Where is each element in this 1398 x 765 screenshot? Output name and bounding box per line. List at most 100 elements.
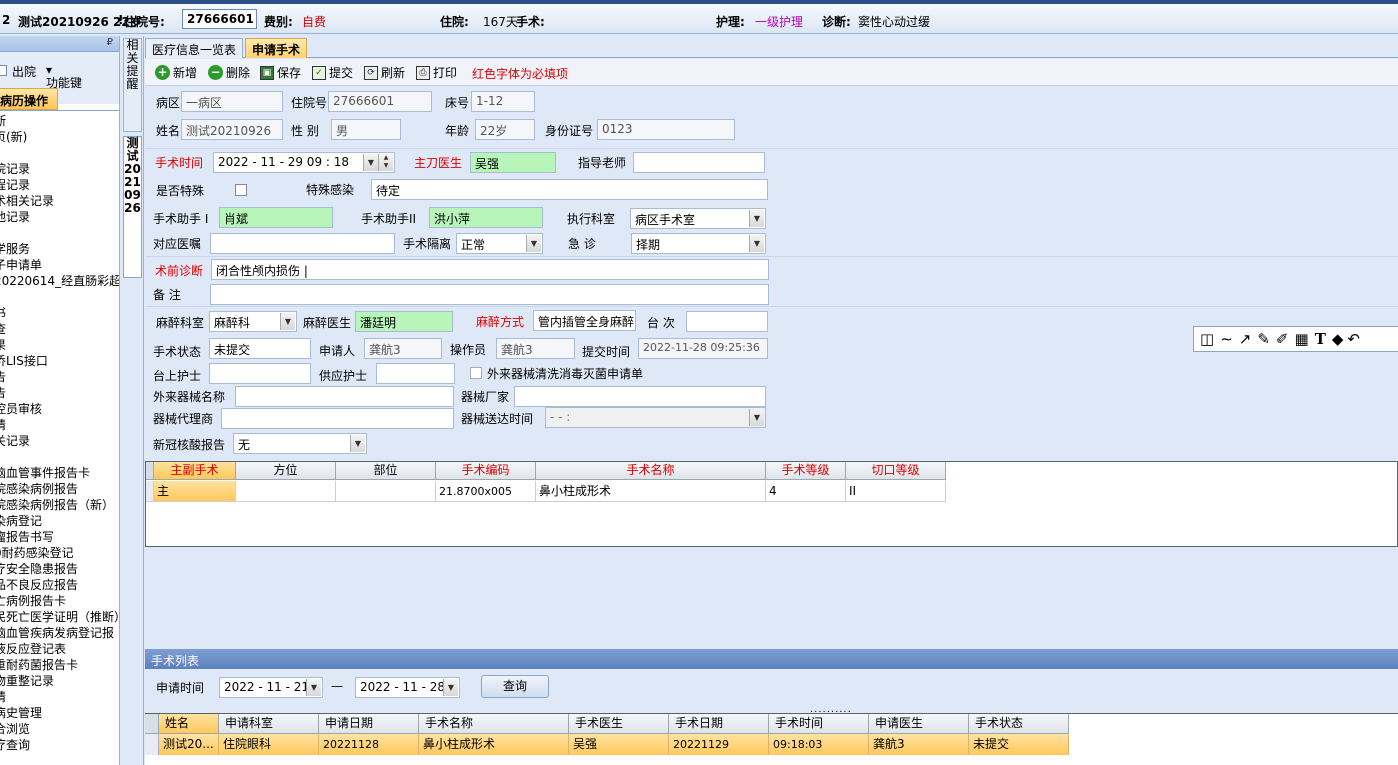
- chevron-down-icon[interactable]: ▼: [363, 154, 378, 171]
- col-header[interactable]: 方位: [236, 462, 336, 480]
- chevron-down-icon[interactable]: ▼: [280, 313, 295, 330]
- table-no-field[interactable]: [686, 311, 768, 332]
- external-instrument-checkbox[interactable]: [470, 367, 482, 379]
- optime-field[interactable]: 2022 - 11 - 29 09 : 18 ▼ ▲ ▼: [213, 152, 395, 173]
- list-cell[interactable]: 龚航3: [869, 734, 969, 755]
- list-cell[interactable]: 吴强: [569, 734, 669, 755]
- record-tree-item[interactable]: 瘤报告书写: [0, 529, 119, 545]
- covid-select[interactable]: 无 ▼: [233, 433, 367, 454]
- ward-field[interactable]: 一病区: [181, 91, 283, 112]
- record-tree-item[interactable]: 关记录: [0, 433, 119, 449]
- ext-name-field[interactable]: [235, 386, 454, 407]
- grid-cell[interactable]: 鼻小柱成形术: [536, 481, 766, 502]
- chevron-down-icon[interactable]: ▼: [443, 679, 458, 696]
- col-header[interactable]: 申请日期: [319, 714, 419, 734]
- refresh-button[interactable]: ⟳ 刷新: [364, 64, 405, 81]
- discharge-checkbox[interactable]: [0, 65, 7, 76]
- remark-field[interactable]: [210, 284, 769, 305]
- chevron-down-icon[interactable]: ▼: [526, 235, 541, 252]
- medical-record-tab[interactable]: 病历操作: [0, 88, 58, 110]
- record-tree-item[interactable]: 物重整记录: [0, 673, 119, 689]
- spinner-icon[interactable]: ▲ ▼: [378, 154, 393, 171]
- id-field[interactable]: 0123: [597, 119, 735, 140]
- col-header[interactable]: 手术状态: [969, 714, 1069, 734]
- record-tree-item[interactable]: 病史管理: [0, 705, 119, 721]
- col-header[interactable]: 申请科室: [219, 714, 319, 734]
- record-tree-item[interactable]: [0, 225, 119, 241]
- record-tree-item[interactable]: 术相关记录: [0, 193, 119, 209]
- save-button[interactable]: ▣ 保存: [260, 64, 301, 81]
- record-tree-item[interactable]: 书: [0, 305, 119, 321]
- col-header[interactable]: 手术等级: [766, 462, 846, 480]
- ext-maker-field[interactable]: [514, 386, 766, 407]
- reminder-tab[interactable]: 相关提醒: [123, 38, 142, 132]
- list-cell[interactable]: 09:18:03: [769, 734, 869, 755]
- record-tree-item[interactable]: 学服务: [0, 241, 119, 257]
- list-cell[interactable]: 20221128: [319, 734, 419, 755]
- surgeon-field[interactable]: 吴强: [470, 152, 556, 173]
- add-button[interactable]: + 新增: [155, 64, 197, 81]
- chevron-down-icon[interactable]: ▼: [306, 679, 321, 696]
- arrow-icon[interactable]: ↗: [1239, 330, 1252, 348]
- record-tree-item[interactable]: 亡病例报告卡: [0, 593, 119, 609]
- mentor-field[interactable]: [633, 152, 765, 173]
- list-cell[interactable]: 住院眼科: [219, 734, 319, 755]
- list-cell[interactable]: 测试20...: [159, 734, 219, 755]
- status-field[interactable]: 未提交: [209, 338, 311, 359]
- record-tree-item[interactable]: 院感染病例报告（新）: [0, 497, 119, 513]
- urgent-select[interactable]: 择期 ▼: [631, 233, 766, 254]
- inpatient-no-box[interactable]: 27666601: [182, 9, 257, 29]
- record-tree-item[interactable]: 子申请单: [0, 257, 119, 273]
- chevron-down-icon[interactable]: ▼: [350, 435, 365, 452]
- grid-cell[interactable]: [336, 481, 436, 502]
- record-tree-item[interactable]: 请: [0, 689, 119, 705]
- record-tree-item[interactable]: [0, 449, 119, 465]
- delete-button[interactable]: − 删除: [208, 64, 250, 81]
- record-tree-item[interactable]: [0, 289, 119, 305]
- age-field[interactable]: 22岁: [475, 119, 535, 140]
- record-tree-item[interactable]: 程记录: [0, 177, 119, 193]
- record-tree-item[interactable]: 民死亡医学证明（推断）: [0, 609, 119, 625]
- chevron-down-icon[interactable]: ▼: [749, 210, 764, 227]
- anes-doctor-field[interactable]: 潘廷明: [355, 311, 453, 332]
- col-header[interactable]: 手术名称: [419, 714, 569, 734]
- record-tree-item[interactable]: 合浏览: [0, 721, 119, 737]
- date-from-field[interactable]: 2022 - 11 - 21 ▼: [219, 677, 323, 698]
- discharge-label[interactable]: 出院: [12, 63, 36, 80]
- record-tree-item[interactable]: 脑血管事件报告卡: [0, 465, 119, 481]
- col-header[interactable]: 部位: [336, 462, 436, 480]
- submit-button[interactable]: ✓ 提交: [312, 64, 353, 81]
- record-tree-item[interactable]: 查: [0, 321, 119, 337]
- function-key-menu[interactable]: 功能键 ▾: [46, 63, 82, 90]
- record-tree-item[interactable]: 他记录: [0, 209, 119, 225]
- record-tree-item[interactable]: 告: [0, 369, 119, 385]
- list-cell[interactable]: 未提交: [969, 734, 1069, 755]
- isolation-select[interactable]: 正常 ▼: [456, 233, 543, 254]
- record-tree-item[interactable]: 院感染病例报告: [0, 481, 119, 497]
- applicant-field[interactable]: 龚航3: [364, 338, 442, 359]
- list-cell[interactable]: 鼻小柱成形术: [419, 734, 569, 755]
- nurse2-field[interactable]: [376, 363, 455, 384]
- col-header[interactable]: 申请医生: [869, 714, 969, 734]
- record-tree-item[interactable]: 控员审核: [0, 401, 119, 417]
- record-tree-item[interactable]: 请: [0, 417, 119, 433]
- eraser-icon[interactable]: ◆: [1332, 330, 1344, 348]
- record-tree-item[interactable]: 脑血管疾病发病登记报: [0, 625, 119, 641]
- row-selector[interactable]: [146, 481, 154, 502]
- record-tree-item[interactable]: 院记录: [0, 161, 119, 177]
- tab-apply-surgery[interactable]: 申请手术: [245, 38, 308, 58]
- chevron-down-icon[interactable]: ▼: [749, 235, 764, 252]
- anes-method-field[interactable]: 管内插管全身麻醉: [533, 310, 636, 331]
- bed-field[interactable]: 1-12: [471, 91, 535, 112]
- record-tree-item[interactable]: 断: [0, 113, 119, 129]
- record-tree-item[interactable]: 20220614_经直肠彩超: [0, 273, 119, 289]
- infection-field[interactable]: 待定: [371, 179, 768, 200]
- col-header[interactable]: 手术医生: [569, 714, 669, 734]
- col-header[interactable]: 手术编码: [436, 462, 536, 480]
- ext-time-field[interactable]: - - : ▼: [545, 407, 766, 428]
- record-tree-item[interactable]: 页(新): [0, 129, 119, 145]
- anes-dept-select[interactable]: 麻醉科 ▼: [209, 311, 297, 332]
- record-tree-item[interactable]: 液反应登记表: [0, 641, 119, 657]
- record-tree-item[interactable]: 告: [0, 385, 119, 401]
- record-tree-item[interactable]: 染病登记: [0, 513, 119, 529]
